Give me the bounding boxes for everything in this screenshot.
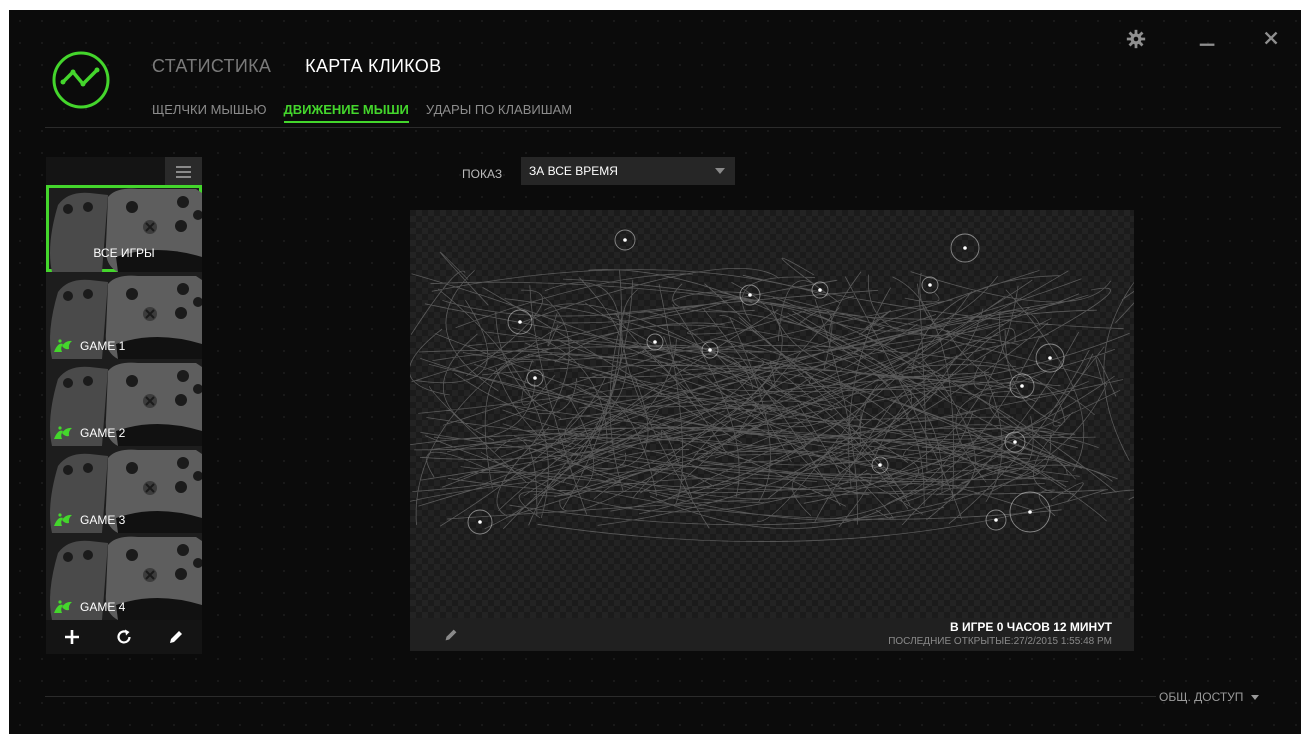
game-tiles: ВСЕ ИГРЫ GAME 1 GAME 2 GAME 3 GAME 4 [46, 185, 202, 620]
chevron-down-icon [1251, 695, 1260, 701]
game-tile[interactable]: GAME 2 [46, 359, 202, 446]
click-point [1020, 384, 1024, 388]
period-dropdown[interactable]: ЗА ВСЕ ВРЕМЯ [521, 157, 735, 185]
click-point [928, 283, 932, 287]
chevron-down-icon [715, 168, 725, 174]
synapse-stats-logo-icon [52, 51, 110, 109]
refresh-button[interactable] [114, 627, 134, 647]
sub-tabs: ЩЕЛЧКИ МЫШЬЮ ДВИЖЕНИЕ МЫШИ УДАРЫ ПО КЛАВ… [152, 102, 572, 123]
game-tile[interactable]: GAME 1 [46, 272, 202, 359]
gear-icon [1126, 29, 1146, 49]
tab-keystrokes[interactable]: УДАРЫ ПО КЛАВИШАМ [426, 102, 572, 123]
tab-mouse-movement[interactable]: ДВИЖЕНИЕ МЫШИ [283, 102, 409, 123]
click-point [518, 320, 522, 324]
heatmap-stats-bar: В ИГРЕ 0 ЧАСОВ 12 МИНУТ ПОСЛЕДНИЕ ОТКРЫТ… [410, 618, 1134, 651]
game-tile-label: GAME 2 [80, 426, 126, 440]
game-tile[interactable]: GAME 4 [46, 533, 202, 620]
share-button[interactable]: ОБЩ. ДОСТУП [1159, 690, 1260, 704]
razer-logo-icon [54, 600, 72, 613]
click-point [748, 293, 752, 297]
game-list-header [46, 157, 202, 185]
time-played: В ИГРЕ 0 ЧАСОВ 12 МИНУТ [949, 620, 1112, 634]
game-list: ВСЕ ИГРЫ GAME 1 GAME 2 GAME 3 GAME 4 [46, 157, 202, 654]
razer-logo-icon [54, 339, 72, 352]
click-point [878, 463, 882, 467]
click-point [963, 246, 967, 250]
mouse-trace-lines [410, 251, 1134, 542]
mouse-movement-heatmap [410, 210, 1134, 618]
tab-heatmaps[interactable]: КАРТА КЛИКОВ [305, 56, 441, 77]
razer-logo-icon [54, 513, 72, 526]
game-tile-label: ВСЕ ИГРЫ [93, 246, 155, 260]
razer-logo-icon [54, 426, 72, 439]
click-point [1013, 440, 1017, 444]
click-point [708, 348, 712, 352]
settings-button[interactable] [1125, 28, 1149, 52]
click-point [818, 288, 822, 292]
share-label: ОБЩ. ДОСТУП [1159, 690, 1244, 704]
game-tile[interactable]: GAME 3 [46, 446, 202, 533]
show-label: ПОКАЗ [462, 167, 503, 181]
period-dropdown-value: ЗА ВСЕ ВРЕМЯ [529, 164, 618, 178]
click-point [994, 518, 998, 522]
pencil-icon [170, 631, 182, 643]
game-tile-label: GAME 1 [80, 339, 126, 353]
game-tile-label: GAME 4 [80, 600, 126, 614]
pencil-icon [445, 629, 457, 641]
click-point [653, 340, 657, 344]
game-list-actions [46, 620, 202, 654]
game-list-menu-button[interactable] [165, 157, 202, 185]
game-tile-label: GAME 3 [80, 513, 126, 527]
minimize-icon [1199, 43, 1215, 46]
plus-icon [65, 630, 79, 644]
mouse-trace-canvas [410, 229, 1134, 542]
tab-mouse-clicks[interactable]: ЩЕЛЧКИ МЫШЬЮ [152, 102, 267, 123]
tab-statistics[interactable]: СТАТИСТИКА [152, 56, 271, 77]
game-tile-all[interactable]: ВСЕ ИГРЫ [46, 185, 202, 272]
close-button[interactable] [1261, 28, 1285, 52]
minimize-button[interactable] [1197, 28, 1221, 52]
main-tabs: СТАТИСТИКА КАРТА КЛИКОВ [152, 56, 441, 77]
header-divider [45, 127, 1281, 128]
last-opened: ПОСЛЕДНИЕ ОТКРЫТЫЕ:27/2/2015 1:55:48 PM [888, 636, 1112, 647]
click-point [533, 376, 537, 380]
app-window: СТАТИСТИКА КАРТА КЛИКОВ ЩЕЛЧКИ МЫШЬЮ ДВИ… [9, 10, 1301, 734]
footer-divider [45, 696, 1156, 697]
click-point [1048, 356, 1052, 360]
click-point [623, 238, 627, 242]
add-game-button[interactable] [62, 627, 82, 647]
refresh-icon [117, 629, 131, 644]
click-point [1028, 510, 1032, 514]
close-icon [1264, 31, 1278, 45]
edit-heatmap-button[interactable] [442, 626, 460, 644]
click-point [478, 520, 482, 524]
edit-game-button[interactable] [166, 627, 186, 647]
